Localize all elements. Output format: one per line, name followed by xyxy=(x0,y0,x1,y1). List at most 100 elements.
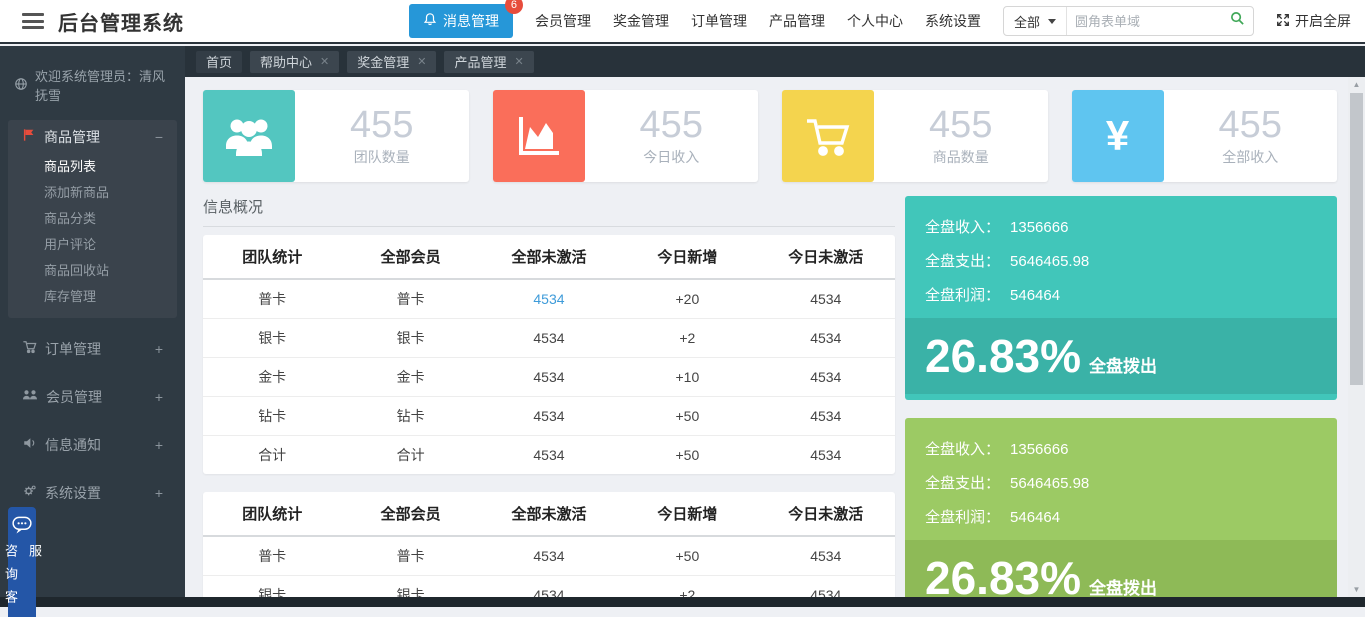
sidebar-item-system-settings[interactable]: 系统设置 + xyxy=(8,476,177,510)
table-header-cell: 团队统计 xyxy=(203,235,341,279)
stat-value: 455 xyxy=(640,105,703,145)
message-management-button[interactable]: 消息管理 6 xyxy=(409,4,513,38)
expand-icon[interactable]: + xyxy=(155,341,163,357)
table-header-cell: 团队统计 xyxy=(203,492,341,536)
expand-icon[interactable]: + xyxy=(155,437,163,453)
table-cell: +50 xyxy=(618,536,756,576)
payout-percent-label: 全盘拨出 xyxy=(1089,352,1157,377)
collapse-icon[interactable]: − xyxy=(155,129,163,145)
tab-label: 奖金管理 xyxy=(357,52,409,71)
stat-card-today-income: 455 今日收入 xyxy=(493,90,759,182)
welcome-text: 欢迎系统管理员：清风抚雪 xyxy=(35,66,173,104)
team-stats-table-2: 团队统计全部会员全部未激活今日新增今日未激活普卡普卡4534+504534银卡银… xyxy=(203,492,895,607)
summary-column: 全盘收入：1356666 全盘支出：5646465.98 全盘利润：546464… xyxy=(905,196,1337,607)
table-cell: +20 xyxy=(618,279,756,319)
search-filter-select[interactable]: 全部 xyxy=(1004,7,1067,35)
sidebar-item-add-product[interactable]: 添加新商品 xyxy=(8,180,177,206)
expand-icon[interactable]: + xyxy=(155,389,163,405)
close-icon[interactable]: ✕ xyxy=(417,55,426,68)
search-button[interactable] xyxy=(1222,11,1253,31)
table-cell: 4534 xyxy=(480,436,618,475)
panel-line-label: 全盘收入： xyxy=(925,441,1000,458)
sidebar-item-product-category[interactable]: 商品分类 xyxy=(8,206,177,232)
nav-item-member[interactable]: 会员管理 xyxy=(535,11,591,31)
table-row: 合计合计4534+504534 xyxy=(203,436,895,475)
table-cell: 钻卡 xyxy=(203,397,341,436)
nav-item-settings[interactable]: 系统设置 xyxy=(925,11,981,31)
scrollbar-thumb[interactable] xyxy=(1350,93,1363,385)
sidebar-item-member-management[interactable]: 会员管理 + xyxy=(8,380,177,414)
menu-toggle-icon[interactable] xyxy=(22,13,44,29)
table-cell: 4534 xyxy=(757,358,895,397)
table-cell: 4534 xyxy=(757,397,895,436)
topbar: 后台管理系统 消息管理 6 会员管理 奖金管理 订单管理 产品管理 个人中心 系… xyxy=(0,0,1365,44)
table-header-cell: 全部会员 xyxy=(341,492,479,536)
table-row: 普卡普卡4534+504534 xyxy=(203,536,895,576)
panel-line-label: 全盘收入： xyxy=(925,219,1000,236)
area-chart-icon xyxy=(493,90,585,182)
table-header-row: 团队统计全部会员全部未激活今日新增今日未激活 xyxy=(203,235,895,279)
stat-card-product-count: 455 商品数量 xyxy=(782,90,1048,182)
fullscreen-button[interactable]: 开启全屏 xyxy=(1276,11,1351,31)
stat-label: 商品数量 xyxy=(933,147,989,167)
panel-line-value: 1356666 xyxy=(1010,441,1068,458)
tab-product-management[interactable]: 产品管理 ✕ xyxy=(444,51,533,73)
stat-label: 今日收入 xyxy=(643,147,699,167)
search-input[interactable] xyxy=(1067,14,1222,29)
section-title: 信息概况 xyxy=(203,196,895,227)
table-cell: 普卡 xyxy=(341,279,479,319)
close-icon[interactable]: ✕ xyxy=(515,55,524,68)
bell-icon xyxy=(423,12,437,30)
table-cell-link[interactable]: 4534 xyxy=(480,279,618,319)
sidebar-item-label: 会员管理 xyxy=(46,387,102,407)
overview-column: 信息概况 团队统计全部会员全部未激活今日新增今日未激活普卡普卡4534+2045… xyxy=(203,196,895,607)
panel-line-value: 546464 xyxy=(1010,509,1060,526)
table-cell: 4534 xyxy=(480,319,618,358)
scroll-down-icon[interactable]: ▼ xyxy=(1348,582,1365,597)
expand-icon[interactable]: + xyxy=(155,485,163,501)
table-cell: 4534 xyxy=(757,279,895,319)
search-icon xyxy=(1230,11,1245,31)
table-cell: 普卡 xyxy=(203,279,341,319)
sidebar-item-product-management[interactable]: 商品管理 − xyxy=(8,120,177,154)
nav-item-order[interactable]: 订单管理 xyxy=(691,11,747,31)
table-cell: +2 xyxy=(618,319,756,358)
table-cell: +50 xyxy=(618,397,756,436)
sidebar-item-order-management[interactable]: 订单管理 + xyxy=(8,332,177,366)
tab-label: 首页 xyxy=(206,52,232,71)
table-header-cell: 全部会员 xyxy=(341,235,479,279)
table-cell: 4534 xyxy=(480,397,618,436)
payout-percent: 26.83% xyxy=(925,555,1081,601)
scroll-up-icon[interactable]: ▲ xyxy=(1348,77,1365,92)
sidebar-item-stock-management[interactable]: 库存管理 xyxy=(8,284,177,310)
table-header-cell: 今日新增 xyxy=(618,235,756,279)
nav-item-bonus[interactable]: 奖金管理 xyxy=(613,11,669,31)
table-header-cell: 今日未激活 xyxy=(757,492,895,536)
chat-widget-label: 咨询客服 xyxy=(0,544,46,617)
table-cell: 合计 xyxy=(341,436,479,475)
vertical-scrollbar[interactable]: ▲ ▼ xyxy=(1348,77,1365,597)
search-filter-value: 全部 xyxy=(1014,12,1040,31)
nav-item-product[interactable]: 产品管理 xyxy=(769,11,825,31)
sidebar-item-product-list[interactable]: 商品列表 xyxy=(8,154,177,180)
sidebar-item-notifications[interactable]: 信息通知 + xyxy=(8,428,177,462)
stats-row: 455 团队数量 455 今日收入 455 商品数量 ¥ xyxy=(203,90,1337,182)
nav-item-profile[interactable]: 个人中心 xyxy=(847,11,903,31)
table-header-cell: 全部未激活 xyxy=(480,492,618,536)
yuan-icon: ¥ xyxy=(1072,90,1164,182)
stat-value: 455 xyxy=(350,105,413,145)
table-row: 钻卡钻卡4534+504534 xyxy=(203,397,895,436)
tab-bonus-management[interactable]: 奖金管理 ✕ xyxy=(347,51,436,73)
sidebar-item-recycle-bin[interactable]: 商品回收站 xyxy=(8,258,177,284)
table-cell: 银卡 xyxy=(203,319,341,358)
payout-percent: 26.83% xyxy=(925,333,1081,379)
sidebar-item-label: 信息通知 xyxy=(45,435,101,455)
stat-card-total-income: ¥ 455 全部收入 xyxy=(1072,90,1338,182)
close-icon[interactable]: ✕ xyxy=(320,55,329,68)
tab-help-center[interactable]: 帮助中心 ✕ xyxy=(250,51,339,73)
tab-strip: 首页 帮助中心 ✕ 奖金管理 ✕ 产品管理 ✕ xyxy=(185,46,1365,77)
customer-service-widget[interactable]: 咨询客服 xyxy=(8,507,36,617)
tab-home[interactable]: 首页 xyxy=(196,51,242,73)
sidebar-item-user-comments[interactable]: 用户评论 xyxy=(8,232,177,258)
main-content: 455 团队数量 455 今日收入 455 商品数量 ¥ xyxy=(185,77,1365,607)
